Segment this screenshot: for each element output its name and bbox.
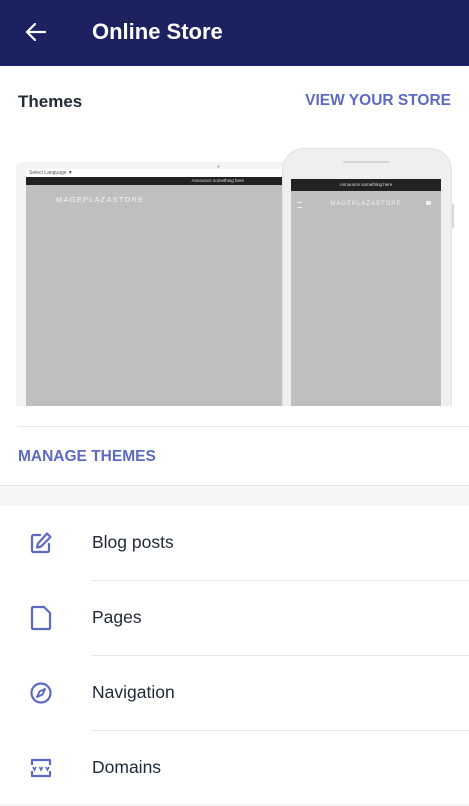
domain-icon — [28, 755, 54, 781]
view-your-store-link[interactable]: VIEW YOUR STORE — [305, 92, 451, 110]
menu-item-label: Blog posts — [92, 532, 174, 552]
theme-preview[interactable]: Select Language ▼ Announce something her… — [0, 148, 469, 406]
arrow-left-icon — [26, 23, 46, 41]
online-store-menu: Blog posts Pages Navigation Domains — [0, 506, 469, 804]
divider — [18, 426, 469, 427]
announcement-bar: Announce something here — [26, 177, 282, 185]
phone-side-button — [452, 204, 454, 228]
page-title: Online Store — [92, 19, 223, 44]
desktop-preview: Select Language ▼ Announce something her… — [16, 162, 286, 406]
phone-speaker — [343, 161, 389, 163]
menu-item-domains[interactable]: Domains — [0, 731, 469, 806]
edit-pencil-icon — [28, 530, 54, 556]
mobile-preview: Announce something here MAGEPLAZASTORE — [282, 148, 454, 406]
language-selector: Select Language ▼ — [26, 169, 282, 177]
manage-themes-button[interactable]: MANAGE THEMES — [18, 448, 156, 466]
desktop-camera — [217, 165, 220, 168]
themes-card: Themes VIEW YOUR STORE Select Language ▼… — [0, 66, 469, 486]
mobile-store-body: MAGEPLAZASTORE — [291, 191, 441, 406]
mobile-store-brand: MAGEPLAZASTORE — [330, 201, 402, 207]
mobile-announcement-bar: Announce something here — [291, 179, 441, 191]
store-brand: MAGEPLAZASTORE — [56, 195, 145, 204]
back-button[interactable] — [22, 18, 50, 46]
menu-item-navigation[interactable]: Navigation — [0, 656, 469, 731]
language-selector-label: Select Language ▼ — [29, 170, 73, 176]
themes-heading: Themes — [18, 92, 83, 111]
menu-item-blog-posts[interactable]: Blog posts — [0, 506, 469, 581]
desktop-store-body: MAGEPLAZASTORE — [26, 185, 282, 406]
menu-item-label: Domains — [92, 757, 162, 777]
menu-item-label: Pages — [92, 607, 142, 627]
app-bar: Online Store — [0, 0, 469, 66]
compass-icon — [28, 680, 54, 706]
menu-item-label: Navigation — [92, 682, 175, 702]
announcement-text: Announce something here — [191, 178, 244, 183]
cart-icon — [426, 201, 431, 205]
page-icon — [28, 605, 54, 631]
menu-item-pages[interactable]: Pages — [0, 581, 469, 656]
